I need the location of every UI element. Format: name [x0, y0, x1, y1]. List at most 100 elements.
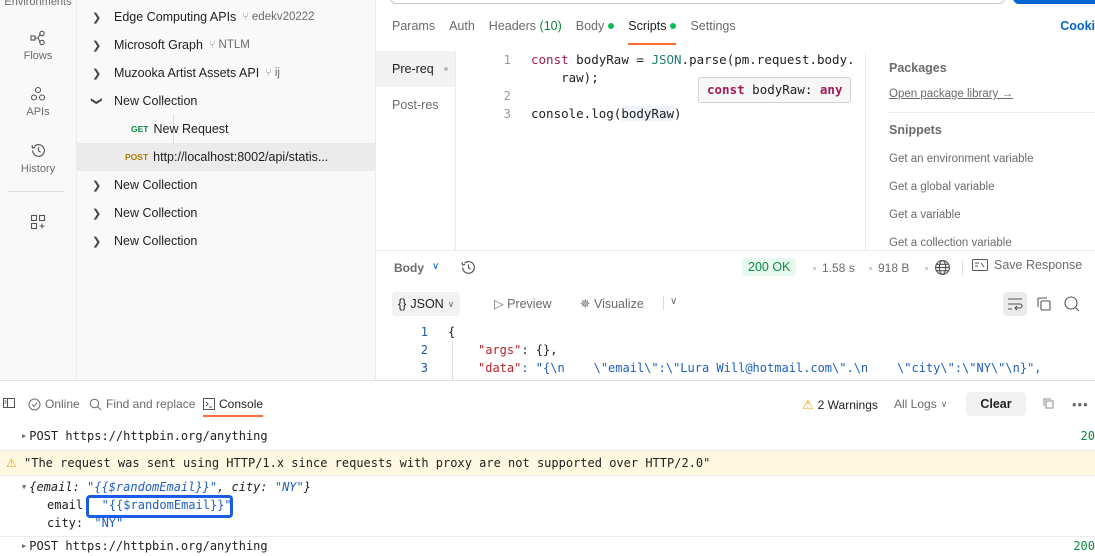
status-dot [608, 23, 615, 29]
chevron-right-icon[interactable]: ❯ [92, 207, 102, 220]
chevron-down-icon[interactable]: ❯ [91, 96, 104, 106]
code-line: "args": {}, [478, 341, 557, 359]
save-response-label: Save Response [994, 258, 1083, 272]
tab-params[interactable]: Params [392, 19, 435, 45]
tree-item-collection[interactable]: ❯ Edge Computing APIs ⑂ edekv20222 [77, 3, 376, 31]
chevron-down-icon[interactable]: ∨ [432, 261, 439, 272]
snippet-item[interactable]: Get an environment variable [889, 145, 1095, 173]
collection-tree: ❯ Edge Computing APIs ⑂ edekv20222 ❯ Mic… [77, 0, 376, 380]
code-text: bodyRaw = [568, 52, 652, 67]
snippet-item[interactable]: Get a global variable [889, 173, 1095, 201]
copy-icon [1037, 297, 1051, 311]
snippet-item[interactable]: Get a collection variable [889, 229, 1095, 257]
object-summary[interactable]: ▼ {email: "{{$randomEmail}}", city: "NY"} [22, 480, 311, 494]
tab-body[interactable]: Body [576, 19, 615, 45]
tree-item-request[interactable]: GET New Request [77, 115, 376, 143]
console-tab[interactable]: Console [203, 397, 264, 417]
tree-item-collection[interactable]: ❯ New Collection [77, 87, 376, 115]
search-button[interactable] [1060, 292, 1084, 316]
property-key: city: [47, 516, 84, 530]
code-highlight: bodyRaw [621, 106, 674, 121]
snippet-item[interactable]: Get a variable [889, 201, 1095, 229]
preview-button[interactable]: ▷ Preview [494, 296, 552, 311]
collapse-triangle-icon[interactable]: ▼ [22, 483, 26, 491]
object-value: "NY" [274, 480, 304, 494]
send-button[interactable] [1013, 0, 1095, 4]
chevron-right-icon[interactable]: ❯ [92, 67, 102, 80]
script-nav-post-response[interactable]: Post-res [376, 87, 455, 123]
toggle-sidebar-button[interactable] [3, 397, 15, 409]
rail-label: History [20, 163, 56, 175]
log-entry-request[interactable]: ▶ POST https://httpbin.org/anything 20 [0, 429, 1095, 449]
tab-auth[interactable]: Auth [449, 19, 475, 45]
globe-icon[interactable] [934, 259, 951, 279]
open-package-library-link[interactable]: Open package library → [889, 88, 1095, 106]
line-number: 2 [420, 343, 428, 357]
online-status[interactable]: Online [28, 397, 80, 411]
separator-dot [813, 267, 816, 270]
url-input[interactable] [390, 0, 1005, 4]
find-label: Find and replace [106, 397, 196, 411]
rail-apis[interactable]: APIs [0, 86, 76, 118]
log-entry-warning[interactable]: ⚠ "The request was sent using HTTP/1.x s… [0, 450, 1095, 476]
divider [0, 536, 1095, 537]
snippets-title: Snippets [889, 123, 942, 137]
chevron-right-icon[interactable]: ❯ [92, 11, 102, 24]
chevron-right-icon[interactable]: ❯ [92, 39, 102, 52]
warnings-label: 2 Warnings [817, 398, 878, 412]
rail-history[interactable]: History [0, 142, 76, 175]
history-icon[interactable] [460, 259, 477, 279]
rail-add-workspace[interactable] [0, 214, 76, 234]
tab-label: Body [575, 19, 605, 33]
log-level-dropdown[interactable]: All Logs ∨ [894, 397, 947, 411]
response-size[interactable]: 918 B [878, 261, 909, 275]
tab-scripts[interactable]: Scripts [628, 19, 677, 45]
cookies-link[interactable]: Cooki [1060, 19, 1095, 33]
response-time[interactable]: 1.58 s [822, 261, 855, 275]
tab-label: Scripts [628, 19, 667, 33]
separator-dot [869, 267, 872, 270]
visualize-button[interactable]: ✵ Visualize [580, 296, 644, 311]
wrap-lines-button[interactable] [1003, 292, 1027, 316]
tree-item-collection[interactable]: ❯ New Collection [77, 227, 376, 255]
script-editor[interactable]: 1 const bodyRaw = JSON.parse(pm.request.… [457, 51, 865, 250]
copy-logs-button[interactable] [1042, 397, 1055, 410]
expand-triangle-icon[interactable]: ▶ [22, 542, 26, 550]
script-nav-pre-request[interactable]: Pre-req [376, 51, 455, 87]
search-icon [1064, 296, 1080, 312]
request-tabs: Params Auth Headers (10) Body Scripts Se… [392, 19, 750, 45]
response-body-label[interactable]: Body [394, 261, 424, 275]
code-line: console.log(bodyRaw) [531, 105, 682, 123]
clear-button[interactable]: Clear [966, 392, 1026, 416]
response-divider [376, 250, 1095, 251]
rail-flows[interactable]: Flows [0, 30, 76, 62]
expand-triangle-icon[interactable]: ▶ [22, 432, 26, 440]
rail-environments[interactable]: Environments [0, 0, 76, 8]
status-badge[interactable]: 200 OK [742, 258, 797, 276]
divider [962, 261, 963, 275]
code-type: JSON [651, 52, 682, 67]
more-options-button[interactable]: ••• [1072, 397, 1089, 412]
log-entry-request[interactable]: ▶ POST https://httpbin.org/anything 200 [0, 539, 1095, 556]
copy-button[interactable] [1032, 292, 1056, 316]
chevron-right-icon[interactable]: ❯ [92, 179, 102, 192]
code-line: "data": "{\n \"email\":\"Lura Will@hotma… [478, 359, 1042, 377]
chevron-down-icon[interactable]: ∨ [670, 296, 677, 307]
json-value: : {}, [521, 343, 558, 357]
format-dropdown[interactable]: {} JSON ∨ [392, 292, 461, 316]
tree-item-collection[interactable]: ❯ Muzooka Artist Assets API ⑂ ij [77, 59, 376, 87]
tab-headers[interactable]: Headers (10) [489, 19, 562, 45]
tree-item-collection[interactable]: ❯ New Collection [77, 171, 376, 199]
tree-item-request-selected[interactable]: POST http://localhost:8002/api/statis... [77, 143, 376, 171]
collection-name: New Collection [114, 206, 198, 220]
save-response-button[interactable]: Save Response [972, 258, 1082, 272]
tree-item-collection[interactable]: ❯ New Collection [77, 199, 376, 227]
tab-settings[interactable]: Settings [690, 19, 735, 45]
tree-item-collection[interactable]: ❯ Microsoft Graph ⑂ NTLM [77, 31, 376, 59]
line-number: 3 [503, 106, 511, 121]
find-replace-button[interactable]: Find and replace [89, 397, 195, 411]
chevron-right-icon[interactable]: ❯ [92, 235, 102, 248]
warnings-filter[interactable]: ⚠ 2 Warnings [802, 397, 878, 413]
console-icon [203, 398, 215, 410]
line-number: 2 [503, 88, 511, 103]
